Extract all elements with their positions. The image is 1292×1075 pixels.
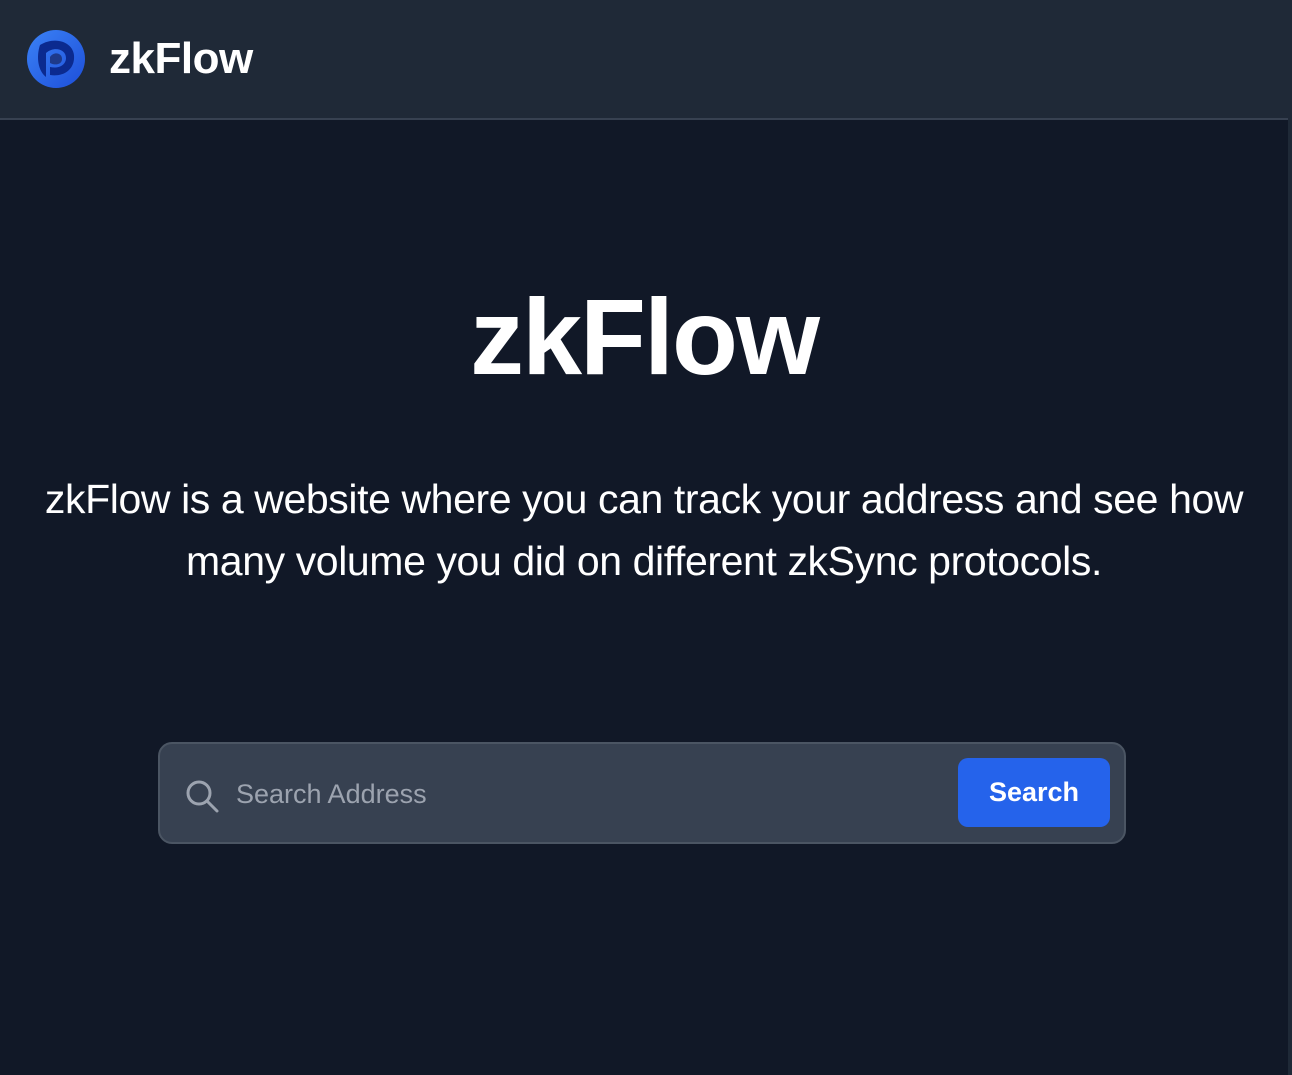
brand-name[interactable]: zkFlow [109, 34, 253, 84]
navbar: zkFlow [0, 0, 1288, 120]
search-input[interactable] [236, 764, 936, 824]
page-description: zkFlow is a website where you can track … [44, 476, 1244, 584]
page-title: zkFlow [469, 276, 820, 397]
zkflow-logo-icon[interactable] [26, 29, 86, 89]
search-icon [186, 780, 219, 813]
page-edge [1288, 0, 1292, 1075]
search-bar: Search [158, 742, 1126, 844]
search-button[interactable]: Search [958, 758, 1110, 827]
